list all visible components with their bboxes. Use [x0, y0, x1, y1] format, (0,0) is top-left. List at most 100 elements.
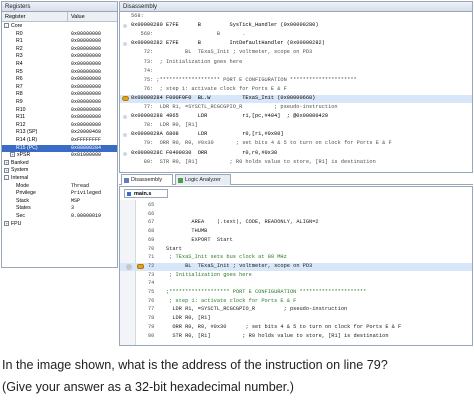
- disassembly-source-line[interactable]: 80: STR R0, [R1] ; R0 holds value to sto…: [120, 159, 472, 167]
- register-row[interactable]: R13 (SP) 0x20000468: [2, 129, 117, 137]
- register-value[interactable]: Thread: [71, 183, 89, 191]
- expand-icon[interactable]: +: [10, 152, 15, 158]
- disassembly-instruction[interactable]: 0x00000282 E7FE B IntDefaultHandler (0x0…: [120, 40, 472, 48]
- disassembly-source-line[interactable]: 75: ;******************* PORT E CONFIGUR…: [120, 77, 472, 85]
- source-line[interactable]: 71 ; TExaS_Init sets bus clock at 80 MHz: [120, 254, 472, 262]
- registers-pane: Registers Register Value - Core R0 0x000000…: [1, 1, 118, 268]
- register-value[interactable]: 0x00000000: [71, 122, 101, 130]
- source-line[interactable]: 66: [120, 211, 472, 219]
- register-row[interactable]: R7 0x00000000: [2, 84, 117, 92]
- breakpoint-slot-icon[interactable]: [123, 24, 127, 29]
- register-value[interactable]: 0x00000000: [71, 61, 101, 69]
- disassembly-source-line[interactable]: 568:: [120, 13, 472, 21]
- register-row[interactable]: R1 0x00000000: [2, 38, 117, 46]
- file-tab-main[interactable]: main.s: [124, 189, 168, 198]
- breakpoint-marker-icon[interactable]: [126, 263, 132, 270]
- register-row[interactable]: Mode Thread: [2, 183, 117, 191]
- disassembly-source-line[interactable]: 74:: [120, 68, 472, 76]
- disassembly-source-line[interactable]: 79: ORR R0, R0, #0x30 ; set bits 4 & 5 t…: [120, 140, 472, 148]
- disassembly-source-line[interactable]: 569: B .: [120, 31, 472, 39]
- breakpoint-slot-icon[interactable]: [123, 151, 127, 156]
- register-value[interactable]: 0x00000000: [71, 114, 101, 122]
- expand-icon[interactable]: +: [4, 167, 9, 173]
- register-row[interactable]: R5 0x00000000: [2, 69, 117, 77]
- register-row[interactable]: R11 0x00000000: [2, 114, 117, 122]
- register-value[interactable]: 0x00000000: [71, 99, 101, 107]
- source-line[interactable]: 76 ; step 1: activate clock for Ports E …: [120, 298, 472, 306]
- register-value[interactable]: 0x00000000: [71, 91, 101, 99]
- disassembly-instruction[interactable]: 0x00000288 4965 LDR r1,[pc,#404] ; @0x00…: [120, 113, 472, 121]
- register-value[interactable]: 0xFFFFFFFF: [71, 137, 101, 145]
- disassembly-source-line[interactable]: 78: LDR R0, [R1]: [120, 122, 472, 130]
- disassembly-instruction[interactable]: 0x00000284 F000F9F0 BL.W TExaS_Init (0x0…: [120, 94, 472, 103]
- disassembly-source-line[interactable]: 77: LDR R1, =SYSCTL_RCGCGPIO_R ; pseudo-…: [120, 104, 472, 112]
- register-row[interactable]: - Internal: [2, 175, 117, 183]
- source-line[interactable]: 73 ; Initialization goes here: [120, 272, 472, 280]
- breakpoint-slot-icon[interactable]: [123, 133, 127, 138]
- source-line[interactable]: 68 THUMB: [120, 228, 472, 236]
- disassembly-source-line[interactable]: 72: BL TExaS_Init ; voltmeter, scope on …: [120, 49, 472, 57]
- register-row[interactable]: - Core: [2, 23, 117, 31]
- register-value[interactable]: 0x00000000: [71, 53, 101, 61]
- register-value[interactable]: 0.00000019: [71, 213, 101, 221]
- source-line[interactable]: 78 LDR R0, [R1]: [120, 315, 472, 323]
- register-row[interactable]: States 3: [2, 205, 117, 213]
- source-line[interactable]: 80 STR R0, [R1] ; R0 holds value to stor…: [120, 333, 472, 341]
- value-column-header[interactable]: Value: [68, 12, 85, 21]
- register-row[interactable]: R2 0x00000000: [2, 46, 117, 54]
- collapse-icon[interactable]: -: [4, 23, 9, 29]
- register-value[interactable]: 0x00000000: [71, 69, 101, 77]
- register-value[interactable]: 0x00000000: [71, 46, 101, 54]
- disassembly-source-line[interactable]: 73: ; Initialization goes here: [120, 59, 472, 67]
- register-row[interactable]: + System: [2, 167, 117, 175]
- register-row[interactable]: R15 (PC) 0x00000284: [2, 144, 117, 153]
- register-row[interactable]: Privilege Privileged: [2, 190, 117, 198]
- register-row[interactable]: R9 0x00000000: [2, 99, 117, 107]
- disassembly-source-line[interactable]: 76: ; step 1: activate clock for Ports E…: [120, 86, 472, 94]
- register-row[interactable]: R3 0x00000000: [2, 53, 117, 61]
- register-value[interactable]: Privileged: [71, 190, 101, 198]
- register-row[interactable]: R8 0x00000000: [2, 91, 117, 99]
- source-line[interactable]: 75 ;******************* PORT E CONFIGURAT…: [120, 289, 472, 297]
- register-value[interactable]: 0x00000000: [71, 84, 101, 92]
- register-row[interactable]: R12 0x00000000: [2, 122, 117, 130]
- register-value[interactable]: 0x20000468: [71, 129, 101, 137]
- source-line[interactable]: 77 LDR R1, =SYSCTL_RCGCGPIO_R ; pseudo-i…: [120, 306, 472, 314]
- disassembly-instruction[interactable]: 0x0000028C F0400030 ORR r0,r0,#0x30: [120, 150, 472, 158]
- register-value[interactable]: 0x00000000: [71, 38, 101, 46]
- source-line[interactable]: 69 EXPORT Start: [120, 237, 472, 245]
- disassembly-instruction[interactable]: 0x0000028A 6808 LDR r0,[r1,#0x00]: [120, 131, 472, 139]
- register-row[interactable]: + xPSR 0x01000000: [2, 152, 117, 160]
- register-row[interactable]: R6 0x00000000: [2, 76, 117, 84]
- collapse-icon[interactable]: -: [4, 175, 9, 181]
- register-row[interactable]: R4 0x00000000: [2, 61, 117, 69]
- register-value[interactable]: 0x00000000: [71, 76, 101, 84]
- expand-icon[interactable]: +: [4, 220, 9, 226]
- source-line[interactable]: 74: [120, 280, 472, 288]
- register-row[interactable]: R10 0x00000000: [2, 107, 117, 115]
- breakpoint-slot-icon[interactable]: [123, 115, 127, 120]
- source-line[interactable]: 72 BL TExaS_Init ; voltmeter, scope on P…: [120, 262, 472, 271]
- register-row[interactable]: + Banked: [2, 160, 117, 168]
- tab-logic-analyzer[interactable]: Logic Analyzer: [175, 174, 231, 185]
- register-row[interactable]: Sec 0.00000019: [2, 213, 117, 221]
- expand-icon[interactable]: +: [4, 159, 9, 165]
- disassembly-instruction[interactable]: 0x00000280 E7FE B SysTick_Handler (0x000…: [120, 22, 472, 30]
- register-row[interactable]: + FPU: [2, 221, 117, 229]
- breakpoint-slot-icon[interactable]: [123, 42, 127, 47]
- register-value[interactable]: 0x01000000: [71, 152, 101, 160]
- register-value[interactable]: MSP: [71, 198, 80, 206]
- source-line[interactable]: 65: [120, 202, 472, 210]
- register-row[interactable]: R0 0x00000000: [2, 31, 117, 39]
- register-value[interactable]: 0x00000284: [71, 145, 101, 153]
- register-value[interactable]: 0x00000000: [71, 31, 101, 39]
- tab-disassembly[interactable]: Disassembly: [121, 174, 173, 185]
- source-line[interactable]: 79 ORR R0, R0, #0x30 ; set bits 4 & 5 to…: [120, 324, 472, 332]
- register-row[interactable]: R14 (LR) 0xFFFFFFFF: [2, 137, 117, 145]
- register-value[interactable]: 3: [71, 205, 74, 213]
- source-line[interactable]: 70 Start: [120, 246, 472, 254]
- register-value[interactable]: 0x00000000: [71, 107, 101, 115]
- source-line[interactable]: 67 AREA |.text|, CODE, READONLY, ALIGN=2: [120, 219, 472, 227]
- register-row[interactable]: Stack MSP: [2, 198, 117, 206]
- register-column-header[interactable]: Register: [2, 12, 68, 21]
